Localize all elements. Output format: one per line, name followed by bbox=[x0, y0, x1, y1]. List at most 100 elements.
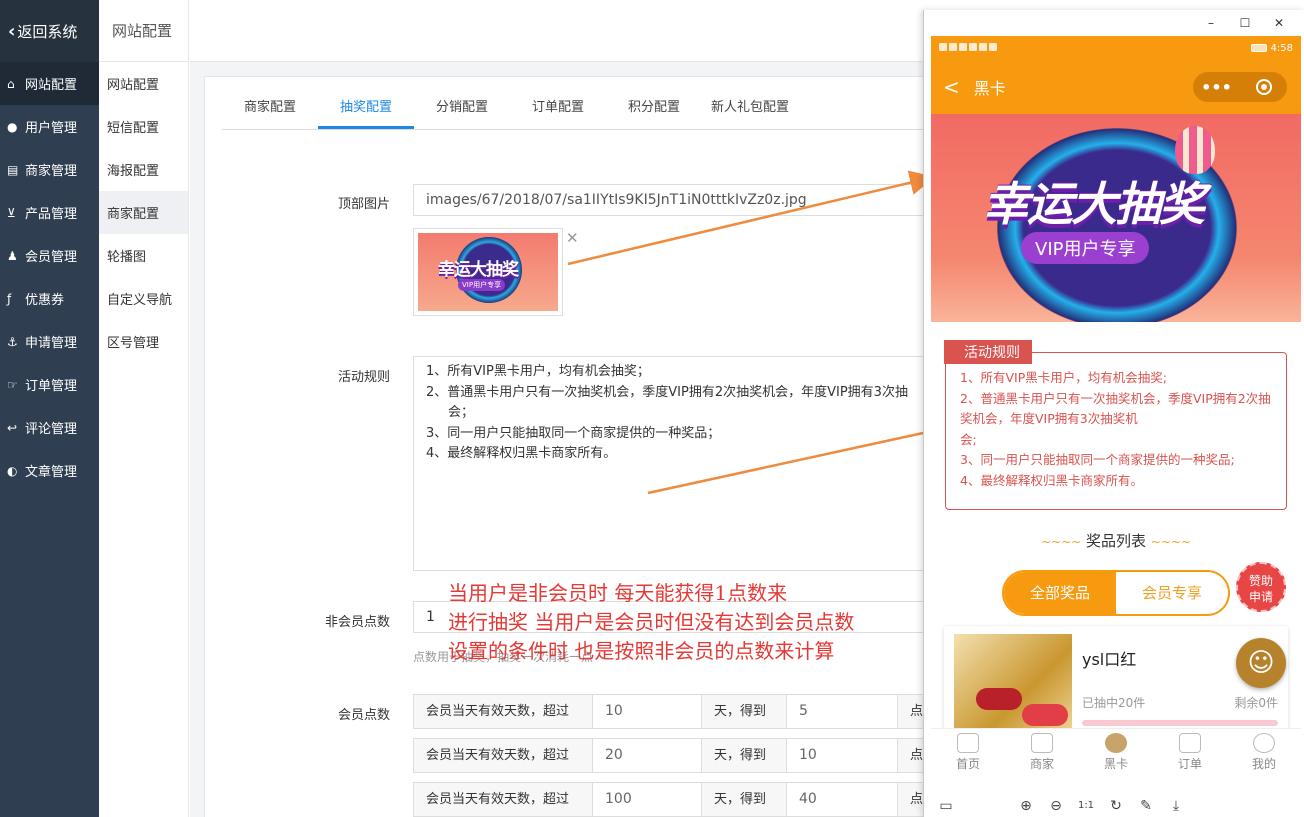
close-miniprogram-button[interactable] bbox=[1240, 79, 1287, 95]
config-tabs: 商家配置 抽奖配置 分销配置 订单配置 积分配置 新人礼包配置 bbox=[222, 91, 942, 130]
row-mid: 天，得到 bbox=[701, 694, 787, 729]
status-icons bbox=[939, 42, 999, 54]
segment-all-prizes[interactable]: 全部奖品 bbox=[1004, 572, 1116, 614]
tab-newcomer-gift-config[interactable]: 新人礼包配置 bbox=[702, 91, 798, 129]
sponsor-apply-button[interactable]: 赞助 申请 bbox=[1236, 562, 1286, 612]
phone-rules-text: 1、所有VIP黑卡用户，均有机会抽奖; 2、普通黑卡用户只有一次抽奖机会，季度V… bbox=[960, 368, 1278, 491]
tabbar-blackcard[interactable]: 黑卡 bbox=[1079, 729, 1153, 780]
segment-member-only[interactable]: 会员专享 bbox=[1116, 572, 1228, 614]
top-image-thumbnail: 幸运大抽奖 VIP用户专享 bbox=[418, 233, 558, 311]
sidebar-item-label: 产品管理 bbox=[25, 207, 78, 222]
row-prefix: 会员当天有效天数，超过 bbox=[413, 694, 593, 729]
subnav-item-area-code[interactable]: 区号管理 bbox=[99, 320, 188, 363]
thumbnail-subtitle: VIP用户专享 bbox=[458, 279, 506, 291]
points-input[interactable]: 10 bbox=[786, 738, 898, 773]
tabbar-mine[interactable]: 我的 bbox=[1227, 729, 1301, 780]
prize-list-heading: ~~~~ 奖品列表 ~~~~ bbox=[931, 530, 1301, 551]
red-annotation: 当用户是非会员时 每天能获得1点数来 进行抽奖 当用户是会员时但没有达到会员点数… bbox=[448, 579, 854, 666]
tab-merchant-config[interactable]: 商家配置 bbox=[222, 91, 318, 129]
prize-remaining: 剩余0件 bbox=[1234, 696, 1278, 710]
minimize-button[interactable]: – bbox=[1194, 16, 1228, 30]
member-points-row: 会员当天有效天数，超过 100 天，得到 40 点数 bbox=[413, 782, 957, 817]
tab-lottery-config[interactable]: 抽奖配置 bbox=[318, 91, 414, 129]
chevron-left-icon: ‹ bbox=[8, 20, 16, 42]
subnav-item-poster-config[interactable]: 海报配置 bbox=[99, 148, 188, 191]
status-right: 4:58 bbox=[1250, 43, 1293, 54]
subnav-item-site-config[interactable]: 网站配置 bbox=[99, 62, 188, 105]
thumb-icon: ☞ bbox=[7, 377, 18, 392]
subnav-item-custom-nav[interactable]: 自定义导航 bbox=[99, 277, 188, 320]
days-input[interactable]: 20 bbox=[592, 738, 702, 773]
row-prefix: 会员当天有效天数，超过 bbox=[413, 738, 593, 773]
subnav-item-carousel[interactable]: 轮播图 bbox=[99, 234, 188, 277]
rules-label: 活动规则 bbox=[337, 370, 390, 385]
prize-progress-bar bbox=[1082, 720, 1278, 726]
tabbar-merchants[interactable]: 商家 bbox=[1005, 729, 1079, 780]
sidebar-item-members[interactable]: ♟ 会员管理 bbox=[0, 234, 99, 277]
home-icon bbox=[957, 733, 979, 753]
tabbar-label: 商家 bbox=[1029, 757, 1054, 771]
sidebar-item-site-config[interactable]: ⌂ 网站配置 bbox=[0, 62, 99, 105]
sidebar-item-label: 订单管理 bbox=[25, 379, 78, 394]
phone-simulator-window: – ☐ ✕ 4:58 < 黑卡 ••• 幸运大抽奖 VIP用户专享 活动规则 1… bbox=[923, 10, 1304, 817]
tabbar-orders[interactable]: 订单 bbox=[1153, 729, 1227, 780]
prize-list-title: 奖品列表 bbox=[1085, 532, 1146, 550]
sidebar-item-coupons[interactable]: ƒ 优惠券 bbox=[0, 277, 99, 320]
smile-icon[interactable]: ☺ bbox=[1236, 638, 1286, 688]
sidebar-item-label: 优惠券 bbox=[25, 293, 65, 308]
phone-rule-line: 3、同一用户只能抽取同一个商家提供的一种奖品; bbox=[960, 452, 1235, 467]
prize-won-count: 已抽中20件 bbox=[1082, 696, 1146, 710]
more-menu-button[interactable]: ••• bbox=[1193, 78, 1240, 97]
remove-image-icon[interactable]: ✕ bbox=[566, 229, 579, 247]
phone-back-icon[interactable]: < bbox=[943, 75, 960, 99]
points-input[interactable]: 5 bbox=[786, 694, 898, 729]
sidebar-item-applications[interactable]: ⚓ 申请管理 bbox=[0, 320, 99, 363]
maximize-button[interactable]: ☐ bbox=[1228, 16, 1262, 30]
sidebar-item-merchants[interactable]: ▤ 商家管理 bbox=[0, 148, 99, 191]
points-input[interactable]: 40 bbox=[786, 782, 898, 817]
row-prefix: 会员当天有效天数，超过 bbox=[413, 782, 593, 817]
back-to-system-button[interactable]: ‹ 返回系统 bbox=[0, 0, 99, 62]
miniprogram-capsule: ••• bbox=[1193, 72, 1287, 102]
edit-icon[interactable]: ✎ bbox=[1131, 798, 1161, 814]
phone-tab-bar: 首页 商家 黑卡 订单 我的 bbox=[931, 728, 1301, 780]
sidebar-item-label: 商家管理 bbox=[25, 164, 78, 179]
sidebar-item-products[interactable]: ⊻ 产品管理 bbox=[0, 191, 99, 234]
subnav-header: 网站配置 bbox=[99, 0, 188, 62]
phone-rule-line: 4、最终解释权归黑卡商家所有。 bbox=[960, 472, 1143, 488]
tabbar-label: 订单 bbox=[1177, 757, 1202, 771]
prize-card[interactable]: ysl口红 已抽中20件 剩余0件 bbox=[944, 626, 1288, 738]
tab-points-config[interactable]: 积分配置 bbox=[606, 91, 702, 129]
sidebar-item-users[interactable]: ● 用户管理 bbox=[0, 105, 99, 148]
zoom-out-icon[interactable]: ⊖ bbox=[1041, 798, 1071, 814]
row-mid: 天，得到 bbox=[701, 782, 787, 817]
tabbar-home[interactable]: 首页 bbox=[931, 729, 1005, 780]
prize-filter-segment: 全部奖品 会员专享 bbox=[1002, 570, 1230, 616]
contrast-icon: ◐ bbox=[7, 463, 18, 478]
refresh-icon[interactable]: ↻ bbox=[1101, 798, 1131, 814]
one-to-one-icon[interactable]: 1:1 bbox=[1071, 800, 1101, 811]
close-window-button[interactable]: ✕ bbox=[1262, 16, 1296, 30]
layout-icon[interactable]: ▭ bbox=[931, 798, 961, 814]
sidebar-item-label: 申请管理 bbox=[25, 336, 78, 351]
sidebar-item-articles[interactable]: ◐ 文章管理 bbox=[0, 449, 99, 492]
subnav-item-sms-config[interactable]: 短信配置 bbox=[99, 105, 188, 148]
zoom-in-icon[interactable]: ⊕ bbox=[1011, 798, 1041, 814]
sidebar-item-comments[interactable]: ↩ 评论管理 bbox=[0, 406, 99, 449]
reply-icon: ↩ bbox=[7, 420, 18, 435]
simulator-toolbar: ▭ ⊕ ⊖ 1:1 ↻ ✎ ⤓ bbox=[931, 794, 1301, 817]
tab-order-config[interactable]: 订单配置 bbox=[510, 91, 606, 129]
tab-distribution-config[interactable]: 分销配置 bbox=[414, 91, 510, 129]
days-input[interactable]: 100 bbox=[592, 782, 702, 817]
days-input[interactable]: 10 bbox=[592, 694, 702, 729]
back-label: 返回系统 bbox=[17, 22, 78, 41]
order-list-icon bbox=[1179, 733, 1201, 753]
tabbar-label: 首页 bbox=[955, 757, 980, 771]
banner-subtitle: VIP用户专享 bbox=[1021, 232, 1150, 264]
download-icon[interactable]: ⤓ bbox=[1161, 798, 1191, 814]
sidebar-item-orders[interactable]: ☞ 订单管理 bbox=[0, 363, 99, 406]
profile-icon bbox=[1253, 733, 1275, 753]
lipstick-image bbox=[954, 634, 1072, 734]
subnav-item-merchant-config[interactable]: 商家配置 bbox=[99, 191, 188, 234]
phone-rule-line: 1、所有VIP黑卡用户，均有机会抽奖; bbox=[960, 370, 1167, 385]
